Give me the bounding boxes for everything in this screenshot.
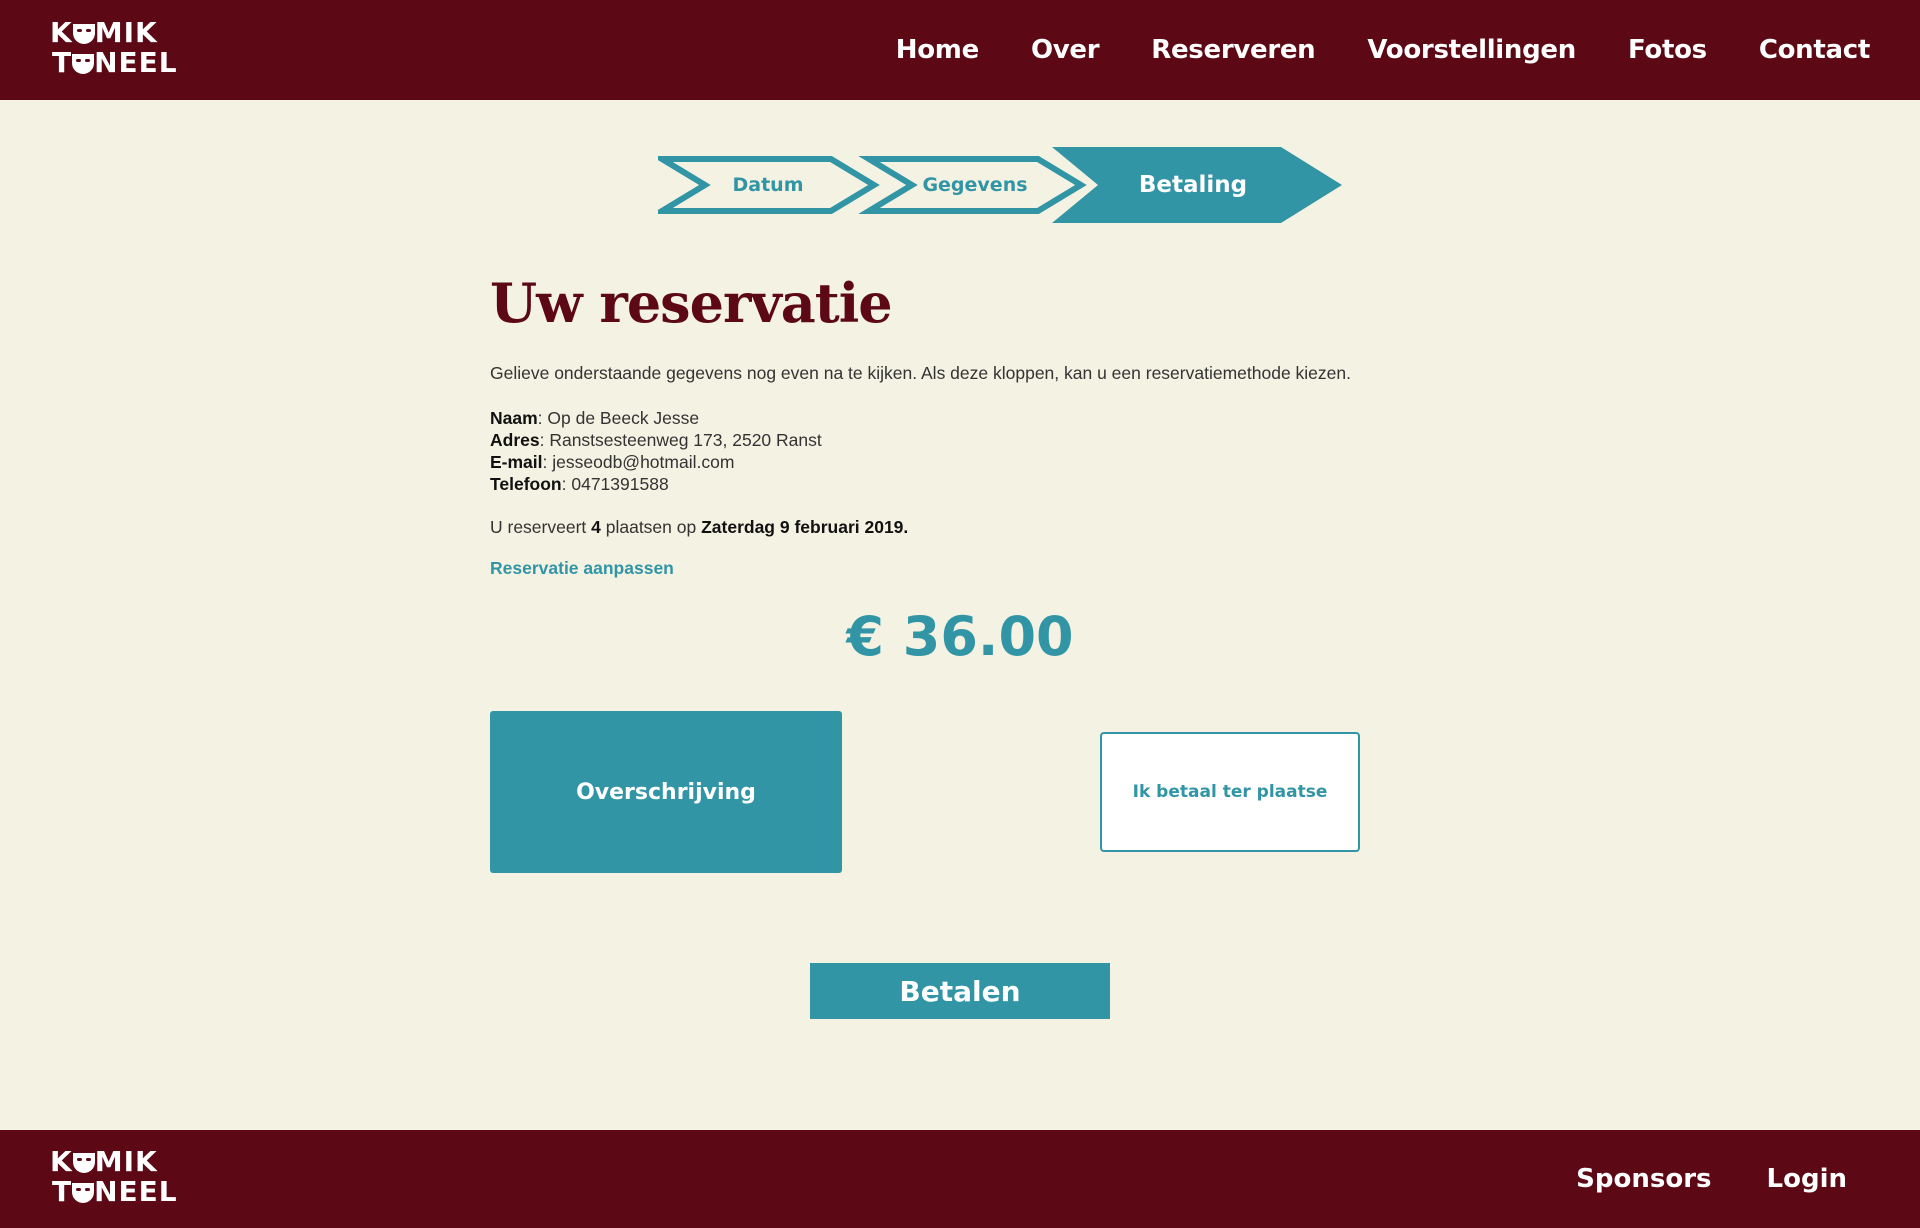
step-gegevens[interactable]: Gegevens — [905, 147, 1045, 223]
detail-value: : Ranstsesteenweg 173, 2520 Ranst — [539, 430, 822, 450]
reservation-summary: U reserveert 4 plaatsen op Zaterdag 9 fe… — [490, 517, 1370, 538]
reservation-steps: Datum Gegevens Betaling — [658, 147, 1344, 223]
reservation-date: Zaterdag 9 februari 2019. — [701, 517, 909, 537]
intro-text: Gelieve onderstaande gegevens nog even n… — [490, 363, 1351, 383]
detail-label: E-mail — [490, 452, 543, 472]
theater-mask-icon — [72, 1153, 95, 1173]
main-nav: Home Over Reserveren Voorstellingen Foto… — [896, 0, 1871, 100]
detail-value: : 0471391588 — [561, 474, 669, 494]
summary-text: U reserveert — [490, 517, 592, 537]
logo-text: K — [50, 16, 73, 49]
footer: K MIK T NEEL Sponsors Login — [0, 1130, 1920, 1228]
pay-button[interactable]: Betalen — [810, 963, 1110, 1019]
detail-address: Adres: Ranstsesteenweg 173, 2520 Ranst — [490, 429, 1370, 451]
footer-link-login[interactable]: Login — [1767, 1164, 1847, 1194]
nav-contact[interactable]: Contact — [1759, 35, 1870, 65]
footer-link-sponsors[interactable]: Sponsors — [1576, 1164, 1711, 1194]
logo-text: MIK — [94, 16, 158, 49]
logo-text: T — [52, 1175, 73, 1208]
nav-home[interactable]: Home — [896, 35, 979, 65]
step-datum[interactable]: Datum — [698, 147, 838, 223]
payment-option-transfer[interactable]: Overschrijving — [490, 711, 842, 873]
customer-details: Naam: Op de Beeck Jesse Adres: Ranstsest… — [490, 407, 1370, 495]
step-betaling: Betaling — [1138, 172, 1248, 198]
edit-reservation-link[interactable]: Reservatie aanpassen — [490, 558, 674, 579]
seat-count: 4 — [591, 517, 601, 537]
nav-reserveren[interactable]: Reserveren — [1151, 35, 1315, 65]
detail-phone: Telefoon: 0471391588 — [490, 473, 1370, 495]
detail-label: Naam — [490, 408, 538, 428]
nav-voorstellingen[interactable]: Voorstellingen — [1367, 35, 1576, 65]
detail-label: Adres — [490, 430, 540, 450]
summary-text: plaatsen op — [600, 517, 702, 537]
detail-value: : jesseodb@hotmail.com — [542, 452, 735, 472]
payment-option-on-site[interactable]: Ik betaal ter plaatse — [1100, 732, 1360, 852]
nav-over[interactable]: Over — [1031, 35, 1100, 65]
footer-logo[interactable]: K MIK T NEEL — [50, 1147, 178, 1207]
footer-nav: Sponsors Login — [1576, 1130, 1847, 1228]
logo-text: NEEL — [94, 1175, 178, 1208]
logo-text: T — [52, 46, 73, 79]
theater-mask-icon — [72, 24, 95, 44]
logo-text: MIK — [94, 1145, 158, 1178]
page-title: Uw reservatie — [490, 271, 893, 335]
reservation-content: Uw reservatie Gelieve onderstaande gegev… — [490, 265, 1370, 579]
detail-value: : Op de Beeck Jesse — [537, 408, 700, 428]
site-logo[interactable]: K MIK T NEEL — [50, 18, 178, 78]
theater-mask-icon — [72, 1183, 95, 1203]
detail-name: Naam: Op de Beeck Jesse — [490, 407, 1370, 429]
logo-text: NEEL — [94, 46, 178, 79]
detail-email: E-mail: jesseodb@hotmail.com — [490, 451, 1370, 473]
detail-label: Telefoon — [490, 474, 562, 494]
nav-fotos[interactable]: Fotos — [1628, 35, 1707, 65]
logo-text: K — [50, 1145, 73, 1178]
total-price: € 36.00 — [846, 605, 1074, 668]
theater-mask-icon — [72, 54, 95, 74]
top-navbar: K MIK T NEEL Home Over Reserveren Voorstel… — [0, 0, 1920, 100]
